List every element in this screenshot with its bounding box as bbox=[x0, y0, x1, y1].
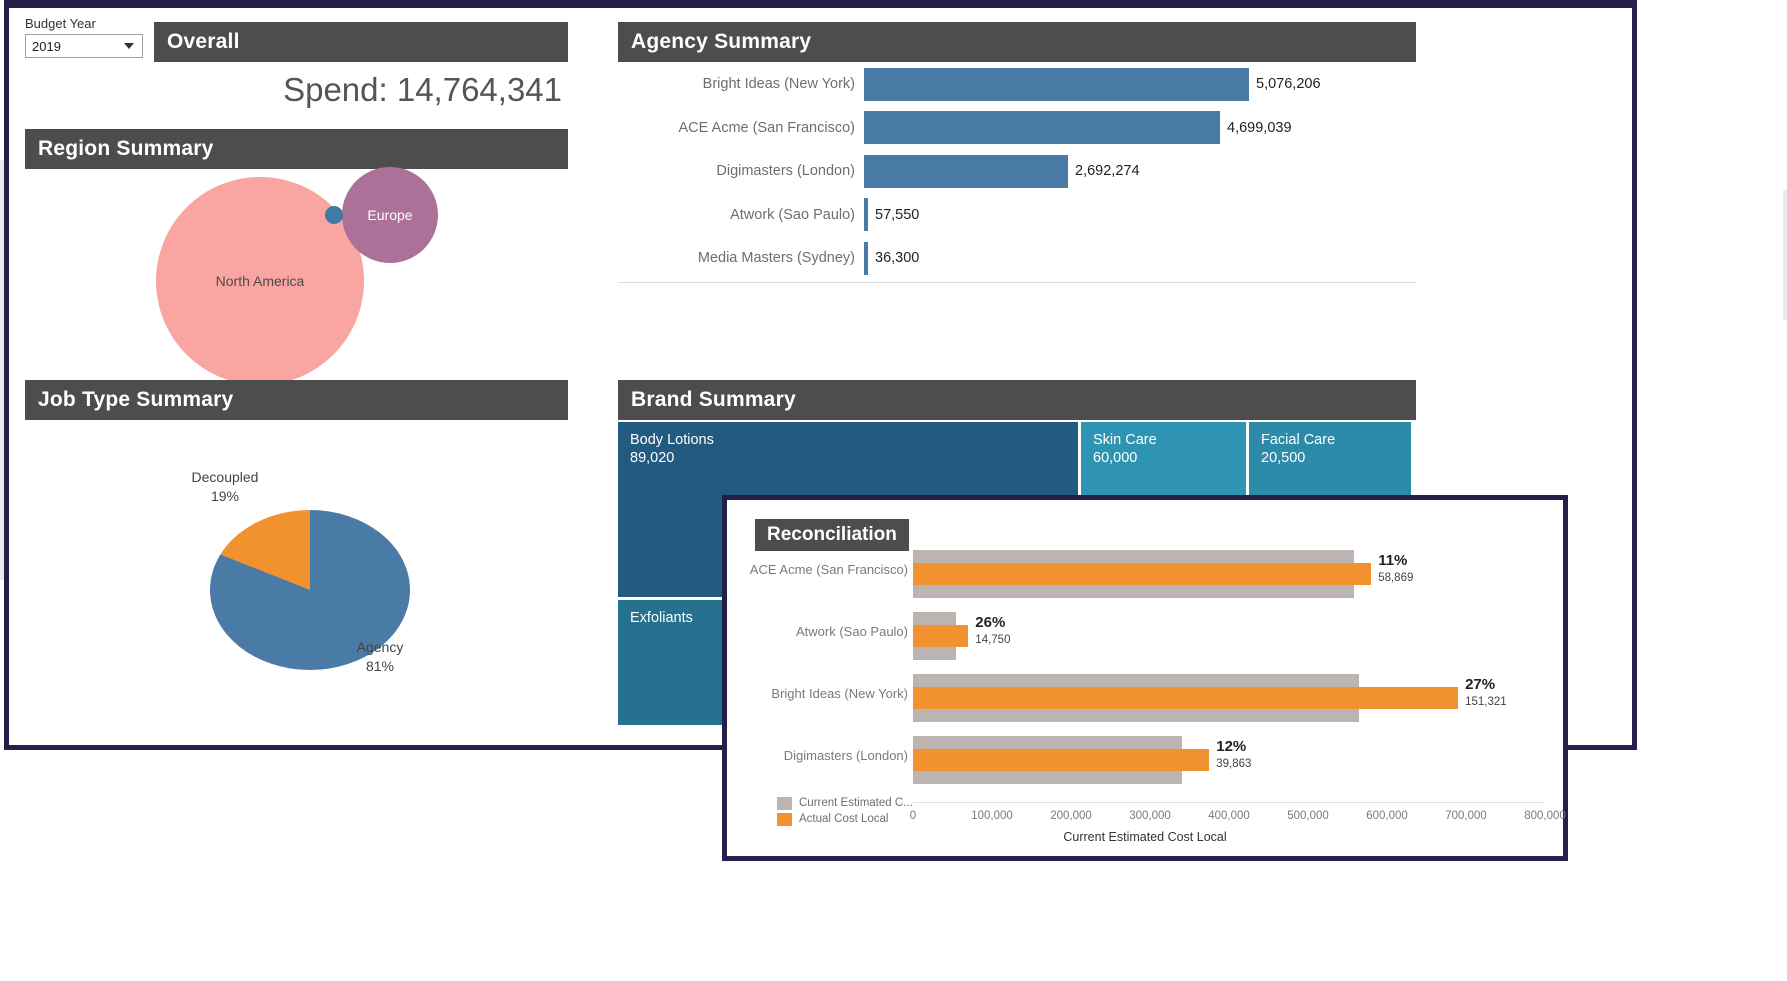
brand-tile-value: 89,020 bbox=[630, 450, 675, 466]
region-bubble-label: Europe bbox=[367, 207, 413, 223]
budget-year-filter: Budget Year 2019 bbox=[25, 16, 147, 58]
agency-row-label: ACE Acme (San Francisco) bbox=[678, 119, 855, 136]
budget-year-label: Budget Year bbox=[25, 16, 96, 31]
agency-row-label: Bright Ideas (New York) bbox=[702, 76, 855, 92]
reconciliation-bar-row[interactable]: Bright Ideas (New York) 27% 151,321 bbox=[727, 668, 1563, 728]
agency-row-value: 2,692,274 bbox=[1075, 163, 1140, 179]
pie-label-decoupled: Decoupled 19% bbox=[191, 469, 259, 504]
region-bubble-small[interactable] bbox=[325, 206, 343, 224]
agency-row-value: 4,699,039 bbox=[1227, 119, 1292, 136]
agency-row-value: 5,076,206 bbox=[1256, 76, 1321, 92]
reconciliation-x-tick: 200,000 bbox=[1050, 810, 1092, 822]
reconciliation-x-tick: 400,000 bbox=[1208, 810, 1250, 822]
reconciliation-actual-bar[interactable] bbox=[913, 563, 1372, 585]
reconciliation-row-percent: 26% bbox=[975, 614, 1006, 631]
legend-swatch bbox=[777, 796, 792, 810]
job-type-summary-chart: Decoupled 19% Agency 81% bbox=[25, 420, 568, 740]
reconciliation-bar-row[interactable]: ACE Acme (San Francisco) 11% 58,869 bbox=[727, 544, 1563, 604]
agency-row-label: Media Masters (Sydney) bbox=[697, 250, 855, 266]
agency-summary-chart: Bright Ideas (New York) 5,076,206 ACE Acme… bbox=[618, 62, 1416, 284]
reconciliation-legend-item[interactable]: Actual Cost Local bbox=[777, 811, 913, 827]
reconciliation-actual-bar[interactable] bbox=[913, 625, 969, 647]
agency-row-bar[interactable] bbox=[864, 111, 1220, 144]
pie-label-agency: Agency 81% bbox=[356, 639, 404, 674]
reconciliation-row-value: 58,869 bbox=[1378, 572, 1414, 584]
region-summary-chart: North America Europe bbox=[25, 167, 568, 385]
overall-spend-value: Spend: 14,764,341 bbox=[283, 71, 562, 108]
agency-row-label: Atwork (Sao Paulo) bbox=[730, 206, 855, 223]
reconciliation-row-percent: 11% bbox=[1378, 552, 1408, 569]
agency-row-label: Digimasters (London) bbox=[716, 163, 855, 179]
reconciliation-row-percent: 12% bbox=[1216, 738, 1247, 755]
agency-axis-line bbox=[618, 282, 1416, 283]
brand-tile-value: 20,500 bbox=[1261, 450, 1306, 466]
reconciliation-x-tick: 300,000 bbox=[1129, 810, 1171, 822]
agency-summary-title: Agency Summary bbox=[618, 22, 1416, 62]
chevron-down-icon[interactable] bbox=[124, 43, 134, 49]
reconciliation-row-label: ACE Acme (San Francisco) bbox=[749, 562, 908, 577]
budget-year-select[interactable]: 2019 bbox=[25, 34, 143, 58]
agency-bar-row[interactable]: Bright Ideas (New York) 5,076,206 bbox=[618, 62, 1416, 106]
reconciliation-row-value: 151,321 bbox=[1465, 696, 1507, 708]
reconciliation-row-value: 14,750 bbox=[975, 634, 1011, 646]
legend-label: Actual Cost Local bbox=[799, 813, 889, 825]
agency-row-bar[interactable] bbox=[864, 154, 1068, 188]
reconciliation-legend: Current Estimated C... Actual Cost Local bbox=[777, 795, 913, 827]
reconciliation-x-tick: 800,000 bbox=[1524, 810, 1566, 822]
agency-row-value: 36,300 bbox=[875, 250, 920, 266]
region-bubble-europe[interactable]: Europe bbox=[342, 167, 438, 263]
brand-tile-value: 60,000 bbox=[1093, 450, 1138, 466]
brand-tile-label: Skin Care bbox=[1093, 432, 1157, 448]
agency-row-value: 57,550 bbox=[875, 206, 920, 223]
legend-label: Current Estimated C... bbox=[799, 797, 913, 809]
agency-bar-row[interactable]: ACE Acme (San Francisco) 4,699,039 bbox=[618, 106, 1416, 150]
reconciliation-row-value: 39,863 bbox=[1216, 758, 1252, 770]
agency-bar-row[interactable]: Atwork (Sao Paulo) 57,550 bbox=[618, 193, 1416, 237]
reconciliation-row-label: Atwork (Sao Paulo) bbox=[796, 624, 908, 639]
reconciliation-row-label: Digimasters (London) bbox=[783, 748, 908, 763]
reconciliation-bar-row[interactable]: Atwork (Sao Paulo) 26% 14,750 bbox=[727, 606, 1563, 666]
brand-tile-label: Facial Care bbox=[1261, 432, 1336, 448]
overall-panel-title: Overall bbox=[154, 22, 568, 62]
reconciliation-window: Reconciliation ACE Acme (San Francisco) 1… bbox=[722, 495, 1568, 861]
reconciliation-chart: ACE Acme (San Francisco) 11% 58,869 Atwork … bbox=[727, 544, 1563, 809]
reconciliation-axis-line bbox=[913, 802, 1545, 803]
page-edge-right bbox=[1783, 190, 1787, 320]
agency-row-bar[interactable] bbox=[864, 67, 1249, 101]
region-summary-title: Region Summary bbox=[25, 129, 568, 169]
reconciliation-x-axis-title: Current Estimated Cost Local bbox=[1063, 830, 1227, 844]
reconciliation-x-tick: 700,000 bbox=[1445, 810, 1487, 822]
reconciliation-bar-row[interactable]: Digimasters (London) 12% 39,863 bbox=[727, 730, 1563, 790]
budget-year-value: 2019 bbox=[32, 38, 61, 54]
reconciliation-x-tick: 600,000 bbox=[1366, 810, 1408, 822]
reconciliation-row-label: Bright Ideas (New York) bbox=[771, 686, 908, 701]
agency-bar-row[interactable]: Media Masters (Sydney) 36,300 bbox=[618, 236, 1416, 280]
job-type-summary-title: Job Type Summary bbox=[25, 380, 568, 420]
reconciliation-legend-item[interactable]: Current Estimated C... bbox=[777, 795, 913, 811]
brand-summary-title: Brand Summary bbox=[618, 380, 1416, 420]
brand-tile-label: Body Lotions bbox=[630, 432, 714, 448]
reconciliation-x-tick: 100,000 bbox=[971, 810, 1013, 822]
reconciliation-row-percent: 27% bbox=[1465, 676, 1496, 693]
reconciliation-actual-bar[interactable] bbox=[913, 687, 1459, 709]
legend-swatch bbox=[777, 812, 792, 826]
reconciliation-x-tick: 500,000 bbox=[1287, 810, 1329, 822]
agency-bar-row[interactable]: Digimasters (London) 2,692,274 bbox=[618, 149, 1416, 193]
reconciliation-actual-bar[interactable] bbox=[913, 749, 1210, 771]
region-bubble-label: North America bbox=[215, 273, 305, 289]
